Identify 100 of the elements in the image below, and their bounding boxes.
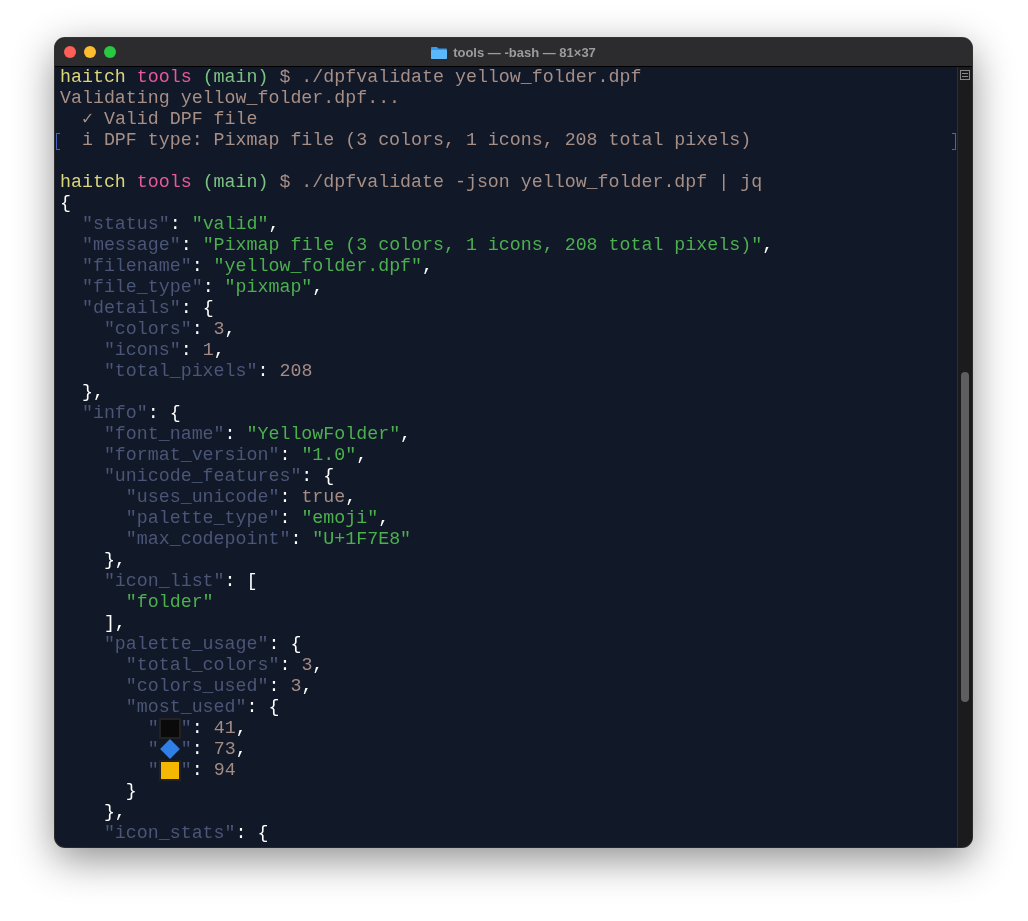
mark-bracket: [952, 133, 956, 150]
json-key: "colors_used": [60, 676, 269, 697]
json-punctuation: ,: [268, 214, 280, 235]
scroll-thumb[interactable]: [961, 372, 969, 702]
json-punctuation: :: [279, 508, 292, 529]
json-key: "info": [60, 403, 148, 424]
json-string: "1.0": [301, 445, 357, 466]
json-key: "file_type": [60, 277, 203, 298]
json-value: 3: [213, 319, 225, 340]
json-key: "uses_unicode": [60, 487, 280, 508]
json-value: 73: [213, 739, 236, 760]
json-punctuation: ],: [102, 613, 126, 634]
json-string: "emoji": [301, 508, 379, 529]
json-string: "folder": [124, 592, 214, 613]
json-value: 3: [290, 676, 302, 697]
json-value: 41: [213, 718, 236, 739]
json-punctuation: :: [279, 445, 292, 466]
json-key: "font_name": [60, 424, 225, 445]
json-punctuation: ,: [762, 235, 774, 256]
zoom-icon[interactable]: [104, 46, 116, 58]
json-string: "Pixmap file (3 colors, 1 icons, 208 total pixels)": [202, 235, 763, 256]
json-punctuation: ,: [312, 277, 324, 298]
json-punctuation: },: [102, 802, 126, 823]
json-punctuation: :: [290, 529, 303, 550]
json-key: "most_used": [60, 697, 247, 718]
scrollbar[interactable]: [957, 67, 972, 847]
json-key: "filename": [60, 256, 192, 277]
json-string: "YellowFolder": [246, 424, 401, 445]
json-punctuation: :: [180, 235, 193, 256]
json-punctuation: :: [279, 487, 292, 508]
json-key: "unicode_features": [60, 466, 302, 487]
json-punctuation: ,: [235, 739, 247, 760]
json-punctuation: : [: [224, 571, 258, 592]
json-punctuation: ,: [356, 445, 368, 466]
json-punctuation: ,: [345, 487, 357, 508]
json-key: "palette_type": [60, 508, 280, 529]
json-punctuation: ,: [224, 319, 236, 340]
json-punctuation: },: [102, 550, 126, 571]
json-key: ": [60, 739, 159, 760]
json-key: "icons": [60, 340, 181, 361]
json-key: "total_colors": [60, 655, 280, 676]
json-string: "yellow_folder.dpf": [213, 256, 423, 277]
json-punctuation: :: [257, 361, 270, 382]
json-string: "pixmap": [224, 277, 313, 298]
json-punctuation: }: [124, 781, 137, 802]
json-punctuation: : {: [246, 697, 280, 718]
json-key: "colors": [60, 319, 192, 340]
json-punctuation: :: [268, 676, 281, 697]
json-key: "total_pixels": [60, 361, 258, 382]
json-punctuation: ,: [213, 340, 225, 361]
json-punctuation: ,: [235, 718, 247, 739]
json-punctuation: {: [60, 193, 71, 214]
prompt-branch: (main): [201, 67, 269, 88]
json-key: "status": [60, 214, 170, 235]
json-punctuation: :: [202, 277, 215, 298]
json-key: "format_version": [60, 445, 280, 466]
json-key: "message": [60, 235, 181, 256]
json-punctuation: ,: [378, 508, 390, 529]
folder-icon: [431, 45, 448, 59]
json-punctuation: ,: [422, 256, 434, 277]
json-key: ": [60, 760, 159, 781]
json-punctuation: :: [191, 739, 204, 760]
json-punctuation: :: [224, 424, 237, 445]
json-key: "icon_stats": [60, 823, 236, 844]
command-text: $ ./dpfvalidate yellow_folder.dpf: [278, 67, 642, 88]
output-text: Validating yellow_folder.dpf...: [60, 88, 401, 109]
split-pane-icon[interactable]: [960, 70, 970, 80]
output-text: ✓ Valid DPF file: [80, 109, 258, 130]
json-value: 3: [301, 655, 313, 676]
prompt-directory: tools: [135, 67, 192, 88]
json-value: 208: [279, 361, 313, 382]
json-punctuation: :: [169, 214, 182, 235]
prompt-directory: tools: [135, 172, 192, 193]
json-punctuation: :: [191, 256, 204, 277]
json-punctuation: ,: [301, 676, 313, 697]
json-value: true: [301, 487, 346, 508]
json-key: "max_codepoint": [60, 529, 291, 550]
json-punctuation: :: [279, 655, 292, 676]
json-key: ": [180, 718, 192, 739]
prompt-branch: (main): [201, 172, 269, 193]
json-punctuation: : {: [268, 634, 302, 655]
json-key: ": [60, 718, 159, 739]
json-punctuation: ,: [312, 655, 324, 676]
mark-bracket: [56, 133, 60, 150]
json-punctuation: :: [191, 760, 204, 781]
json-punctuation: : {: [301, 466, 335, 487]
json-punctuation: :: [191, 718, 204, 739]
command-text: $ ./dpfvalidate -json yellow_folder.dpf | jq: [278, 172, 763, 193]
close-icon[interactable]: [64, 46, 76, 58]
json-punctuation: : {: [235, 823, 269, 844]
json-punctuation: ,: [400, 424, 412, 445]
json-key: "icon_list": [60, 571, 225, 592]
prompt-user: haitch: [60, 67, 126, 88]
json-punctuation: :: [180, 340, 193, 361]
json-key: ": [180, 760, 192, 781]
minimize-icon[interactable]: [84, 46, 96, 58]
json-value: 1: [202, 340, 214, 361]
prompt-user: haitch: [60, 172, 126, 193]
json-punctuation: : {: [147, 403, 181, 424]
json-punctuation: },: [80, 382, 104, 403]
